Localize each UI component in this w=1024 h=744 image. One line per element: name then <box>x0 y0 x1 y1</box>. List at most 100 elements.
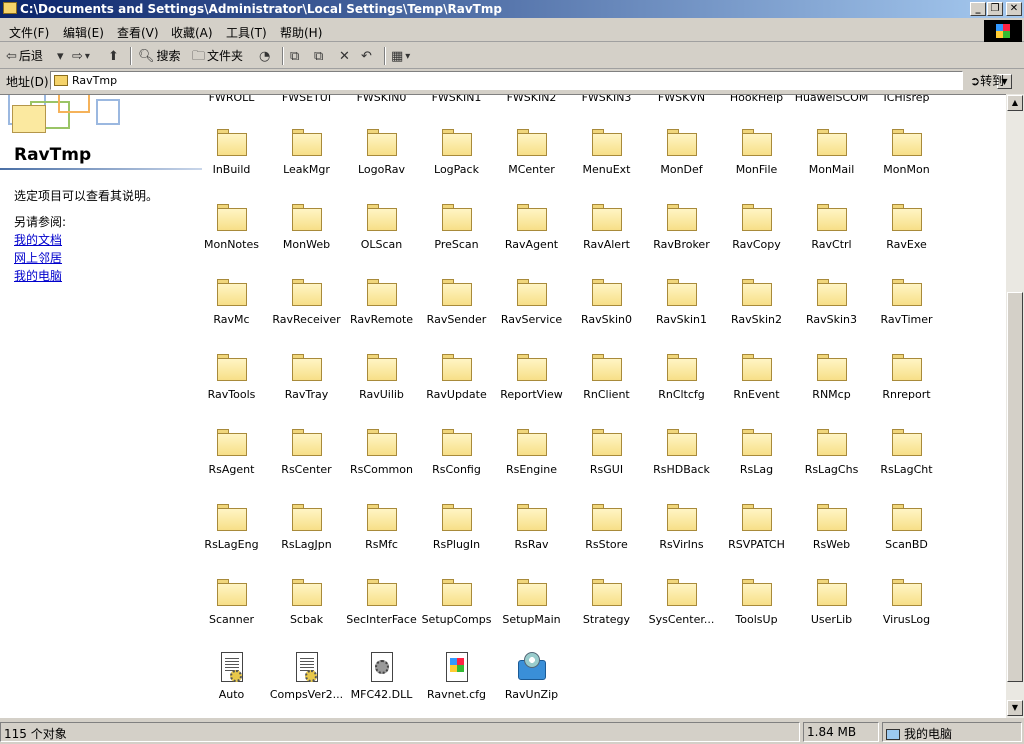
folder-item[interactable]: RavMc <box>194 277 269 349</box>
folder-item[interactable]: MonDef <box>644 127 719 199</box>
link-my-computer[interactable]: 我的电脑 <box>14 267 62 284</box>
folder-item[interactable]: RsMfc <box>344 502 419 574</box>
file-item[interactable]: MFC42.DLL <box>344 652 419 718</box>
folder-item[interactable]: RavService <box>494 277 569 349</box>
folder-item[interactable]: ToolsUp <box>719 577 794 649</box>
folder-item[interactable]: RsPlugIn <box>419 502 494 574</box>
folder-item[interactable]: VirusLog <box>869 577 944 649</box>
folder-item[interactable]: LeakMgr <box>269 127 344 199</box>
folder-item[interactable]: RsVirIns <box>644 502 719 574</box>
folder-item[interactable]: ReportView <box>494 352 569 424</box>
scroll-down-button[interactable]: ▼ <box>1007 700 1023 716</box>
folder-item[interactable]: RsLagEng <box>194 502 269 574</box>
history-button[interactable]: ◔ <box>259 47 272 65</box>
folder-item[interactable]: RsCommon <box>344 427 419 499</box>
minimize-button[interactable]: _ <box>970 2 986 16</box>
folder-item[interactable]: RnEvent <box>719 352 794 424</box>
folder-item[interactable]: RsStore <box>569 502 644 574</box>
folder-item[interactable]: Rnreport <box>869 352 944 424</box>
folder-item[interactable]: UserLib <box>794 577 869 649</box>
folder-item[interactable]: InBuild <box>194 127 269 199</box>
file-item[interactable]: RavUnZip <box>494 652 569 718</box>
folder-item[interactable]: MonFile <box>719 127 794 199</box>
folders-button[interactable]: 🗀 文件夹 <box>192 47 243 65</box>
folder-item[interactable]: RSVPATCH <box>719 502 794 574</box>
folder-item[interactable]: RsLagJpn <box>269 502 344 574</box>
up-folder-button[interactable]: ⬆ <box>108 47 121 65</box>
folder-item[interactable]: RsRav <box>494 502 569 574</box>
folder-item[interactable]: RavTray <box>269 352 344 424</box>
close-button[interactable]: ✕ <box>1006 2 1022 16</box>
folder-item[interactable]: RNMcp <box>794 352 869 424</box>
folder-item[interactable]: RavCopy <box>719 202 794 274</box>
folder-item[interactable]: Scanner <box>194 577 269 649</box>
folder-item[interactable]: RavBroker <box>644 202 719 274</box>
folder-item[interactable]: RavSender <box>419 277 494 349</box>
folder-item[interactable]: Scbak <box>269 577 344 649</box>
folder-item[interactable]: RavUilib <box>344 352 419 424</box>
folder-item[interactable]: SetupComps <box>419 577 494 649</box>
folder-item[interactable]: RsHDBack <box>644 427 719 499</box>
delete-button[interactable]: ✕ <box>339 47 352 65</box>
folder-item[interactable]: RavUpdate <box>419 352 494 424</box>
folder-item[interactable]: RsLag <box>719 427 794 499</box>
folder-item[interactable]: RavSkin2 <box>719 277 794 349</box>
folder-item[interactable]: RnCltcfg <box>644 352 719 424</box>
folder-item[interactable]: OLScan <box>344 202 419 274</box>
menu-view[interactable]: 查看(V) <box>117 24 159 41</box>
file-item[interactable]: CompsVer2... <box>269 652 344 718</box>
folder-item[interactable]: RsEngine <box>494 427 569 499</box>
folder-item[interactable]: Strategy <box>569 577 644 649</box>
back-button[interactable]: ⇦ 后退 <box>6 47 43 65</box>
folder-item[interactable]: SecInterFace <box>344 577 419 649</box>
folder-item[interactable]: RavCtrl <box>794 202 869 274</box>
folder-item[interactable]: MCenter <box>494 127 569 199</box>
folder-item[interactable]: MonNotes <box>194 202 269 274</box>
undo-button[interactable]: ↶ <box>361 47 374 65</box>
folder-item[interactable]: RavRemote <box>344 277 419 349</box>
folder-item[interactable]: MonMail <box>794 127 869 199</box>
folder-item[interactable]: RsGUI <box>569 427 644 499</box>
folder-item[interactable]: RsWeb <box>794 502 869 574</box>
folder-item[interactable]: RsCenter <box>269 427 344 499</box>
folder-item[interactable]: SetupMain <box>494 577 569 649</box>
folder-item[interactable]: RavSkin3 <box>794 277 869 349</box>
address-input[interactable]: RavTmp ▼ <box>50 71 1012 90</box>
scroll-up-button[interactable]: ▲ <box>1007 95 1023 111</box>
move-to-button[interactable]: ⧉ <box>290 47 301 65</box>
folder-item[interactable]: RavTools <box>194 352 269 424</box>
link-my-documents[interactable]: 我的文档 <box>14 231 62 248</box>
folder-item[interactable]: RavTimer <box>869 277 944 349</box>
folder-item[interactable]: RavExe <box>869 202 944 274</box>
folder-item[interactable]: RnClient <box>569 352 644 424</box>
views-button[interactable]: ▦ ▾ <box>391 47 412 65</box>
file-item[interactable]: Ravnet.cfg <box>419 652 494 718</box>
menu-help[interactable]: 帮助(H) <box>280 24 322 41</box>
folder-item[interactable]: RsAgent <box>194 427 269 499</box>
folder-item[interactable]: SysCenter... <box>644 577 719 649</box>
scroll-thumb[interactable] <box>1007 292 1023 682</box>
folder-item[interactable]: MenuExt <box>569 127 644 199</box>
link-network-places[interactable]: 网上邻居 <box>14 249 62 266</box>
folder-item[interactable]: LogoRav <box>344 127 419 199</box>
folder-item[interactable]: RavAlert <box>569 202 644 274</box>
folder-item[interactable]: LogPack <box>419 127 494 199</box>
go-button[interactable]: ➲转到 <box>970 72 1004 89</box>
folder-item[interactable]: RavSkin1 <box>644 277 719 349</box>
menu-edit[interactable]: 编辑(E) <box>63 24 104 41</box>
forward-button[interactable]: ⇨ ▾ <box>72 47 92 65</box>
search-button[interactable]: 🔍︎ 搜索 <box>138 47 181 65</box>
copy-to-button[interactable]: ⧉ <box>314 47 325 65</box>
folder-item[interactable]: RsConfig <box>419 427 494 499</box>
folder-item[interactable]: PreScan <box>419 202 494 274</box>
menu-tools[interactable]: 工具(T) <box>226 24 267 41</box>
folder-item[interactable]: MonMon <box>869 127 944 199</box>
file-item[interactable]: Auto <box>194 652 269 718</box>
folder-item[interactable]: RsLagChs <box>794 427 869 499</box>
folder-item[interactable]: RavAgent <box>494 202 569 274</box>
back-dropdown[interactable]: ▾ <box>57 47 66 65</box>
folder-item[interactable]: RavReceiver <box>269 277 344 349</box>
folder-item[interactable]: MonWeb <box>269 202 344 274</box>
folder-item[interactable]: RavSkin0 <box>569 277 644 349</box>
folder-item[interactable]: RsLagCht <box>869 427 944 499</box>
